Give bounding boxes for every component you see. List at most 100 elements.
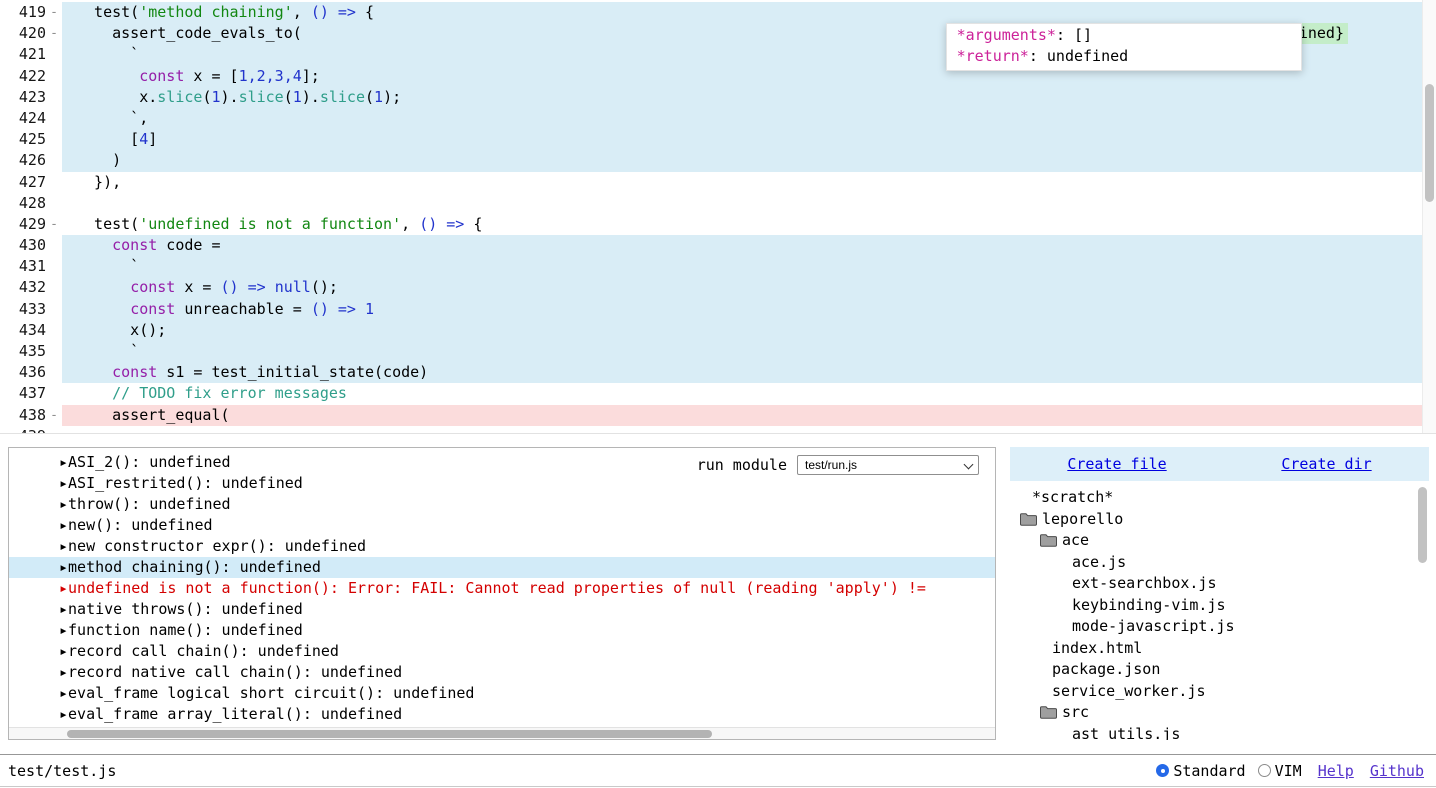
code-line[interactable]: 435 ` bbox=[0, 341, 1436, 362]
calltree-node[interactable]: ▸record native call chain(): undefined bbox=[9, 662, 995, 683]
code-line[interactable]: 429- test('undefined is not a function',… bbox=[0, 214, 1436, 235]
expand-icon[interactable]: ▸ bbox=[59, 536, 68, 557]
calltree-node[interactable]: ▸method chaining(): undefined bbox=[9, 557, 995, 578]
expand-icon[interactable]: ▸ bbox=[59, 641, 68, 662]
line-number[interactable]: 437 bbox=[0, 383, 46, 404]
code-editor[interactable]: 419- test('method chaining', () => {420-… bbox=[0, 0, 1436, 434]
code-text[interactable]: const code = bbox=[62, 235, 1436, 256]
line-number[interactable]: 438 bbox=[0, 405, 46, 426]
code-line[interactable]: 423 x.slice(1).slice(1).slice(1); bbox=[0, 87, 1436, 108]
create-file-link[interactable]: Create file bbox=[1067, 455, 1166, 473]
line-number[interactable]: 429 bbox=[0, 214, 46, 235]
code-text[interactable]: // TODO fix error messages bbox=[62, 383, 1436, 404]
line-number[interactable]: 435 bbox=[0, 341, 46, 362]
calltree-node[interactable]: ▸native throws(): undefined bbox=[9, 599, 995, 620]
keybinding-option-vim[interactable]: VIM bbox=[1258, 762, 1302, 780]
file-tree-item[interactable]: ext-searchbox.js bbox=[1010, 573, 1429, 595]
code-line[interactable]: 431 ` bbox=[0, 256, 1436, 277]
eval-result-row[interactable]: *return*: undefined bbox=[957, 46, 1291, 67]
code-text[interactable]: const unreachable = () => 1 bbox=[62, 299, 1436, 320]
file-tree-item[interactable]: ace.js bbox=[1010, 552, 1429, 574]
expand-icon[interactable]: ▸ bbox=[59, 494, 68, 515]
code-text[interactable]: assert_equal( bbox=[62, 405, 1436, 426]
code-line[interactable]: 434 x(); bbox=[0, 320, 1436, 341]
expand-icon[interactable]: ▸ bbox=[59, 599, 68, 620]
code-line[interactable]: 425 [4] bbox=[0, 129, 1436, 150]
code-text[interactable]: const s1 = test_initial_state(code) bbox=[62, 362, 1436, 383]
code-text[interactable]: x(); bbox=[62, 320, 1436, 341]
calltree-hscrollbar-track[interactable] bbox=[9, 727, 995, 739]
line-number[interactable]: 428 bbox=[0, 193, 46, 214]
line-number[interactable]: 420 bbox=[0, 23, 46, 44]
code-text[interactable]: x.slice(1).slice(1).slice(1); bbox=[62, 87, 1436, 108]
expand-icon[interactable]: ▸ bbox=[59, 662, 68, 683]
code-text[interactable] bbox=[62, 193, 1436, 214]
file-tree-item[interactable]: package.json bbox=[1010, 659, 1429, 681]
line-number[interactable]: 425 bbox=[0, 129, 46, 150]
create-dir-link[interactable]: Create dir bbox=[1281, 455, 1371, 473]
calltree-node[interactable]: ▸eval_frame array_literal(): undefined bbox=[9, 704, 995, 725]
expand-icon[interactable]: ▸ bbox=[59, 620, 68, 641]
calltree-node[interactable]: ▸record call chain(): undefined bbox=[9, 641, 995, 662]
line-number[interactable]: 433 bbox=[0, 299, 46, 320]
code-line[interactable]: 436 const s1 = test_initial_state(code) bbox=[0, 362, 1436, 383]
line-number[interactable]: 423 bbox=[0, 87, 46, 108]
file-tree-item[interactable]: *scratch* bbox=[1010, 487, 1429, 509]
code-line[interactable]: 427 }), bbox=[0, 172, 1436, 193]
code-line[interactable]: 437 // TODO fix error messages bbox=[0, 383, 1436, 404]
expand-icon[interactable]: ▸ bbox=[59, 557, 68, 578]
code-line[interactable]: 426 ) bbox=[0, 150, 1436, 171]
line-number[interactable]: 432 bbox=[0, 277, 46, 298]
fold-widget[interactable]: - bbox=[46, 23, 62, 44]
fold-widget[interactable]: - bbox=[46, 2, 62, 23]
code-text[interactable]: [4] bbox=[62, 129, 1436, 150]
calltree-node[interactable]: ▸throw(): undefined bbox=[9, 494, 995, 515]
line-number[interactable]: 421 bbox=[0, 44, 46, 65]
eval-result-row[interactable]: *arguments*: [] bbox=[957, 25, 1291, 46]
keybinding-option-standard[interactable]: Standard bbox=[1156, 762, 1245, 780]
line-number[interactable]: 439 bbox=[0, 426, 46, 434]
calltree-node[interactable]: ▸eval_frame logical short circuit(): und… bbox=[9, 683, 995, 704]
line-number[interactable]: 431 bbox=[0, 256, 46, 277]
code-text[interactable]: test('undefined is not a function', () =… bbox=[62, 214, 1436, 235]
line-number[interactable]: 419 bbox=[0, 2, 46, 23]
line-number[interactable]: 422 bbox=[0, 66, 46, 87]
code-text[interactable] bbox=[62, 426, 1436, 434]
code-text[interactable]: `, bbox=[62, 108, 1436, 129]
file-tree-item[interactable]: ace bbox=[1010, 530, 1429, 552]
scrollbar-thumb[interactable] bbox=[67, 730, 712, 738]
code-line[interactable]: 424 `, bbox=[0, 108, 1436, 129]
expand-icon[interactable]: ▸ bbox=[59, 515, 68, 536]
code-line[interactable]: 438- assert_equal( bbox=[0, 405, 1436, 426]
radio-unselected-icon[interactable] bbox=[1258, 764, 1271, 777]
expand-icon[interactable]: ▸ bbox=[59, 683, 68, 704]
code-text[interactable]: ` bbox=[62, 341, 1436, 362]
code-text[interactable]: ) bbox=[62, 150, 1436, 171]
editor-scrollbar-track[interactable] bbox=[1422, 0, 1436, 433]
code-line[interactable]: 430 const code = bbox=[0, 235, 1436, 256]
code-line[interactable]: 433 const unreachable = () => 1 bbox=[0, 299, 1436, 320]
file-tree-item[interactable]: src bbox=[1010, 702, 1429, 724]
code-text[interactable]: ` bbox=[62, 256, 1436, 277]
module-select[interactable]: test/run.js bbox=[797, 455, 979, 475]
code-line[interactable]: 432 const x = () => null(); bbox=[0, 277, 1436, 298]
expand-icon[interactable]: ▸ bbox=[59, 578, 68, 599]
fold-widget[interactable]: - bbox=[46, 214, 62, 235]
expand-icon[interactable]: ▸ bbox=[59, 704, 68, 725]
code-line[interactable]: 428 bbox=[0, 193, 1436, 214]
line-number[interactable]: 436 bbox=[0, 362, 46, 383]
code-text[interactable]: }), bbox=[62, 172, 1436, 193]
code-text[interactable]: const x = () => null(); bbox=[62, 277, 1436, 298]
calltree-node[interactable]: ▸new(): undefined bbox=[9, 515, 995, 536]
line-number[interactable]: 426 bbox=[0, 150, 46, 171]
file-tree-item[interactable]: keybinding-vim.js bbox=[1010, 595, 1429, 617]
scrollbar-thumb[interactable] bbox=[1425, 84, 1434, 202]
radio-selected-icon[interactable] bbox=[1156, 764, 1169, 777]
line-number[interactable]: 427 bbox=[0, 172, 46, 193]
line-number[interactable]: 430 bbox=[0, 235, 46, 256]
file-tree-item[interactable]: service_worker.js bbox=[1010, 681, 1429, 703]
expand-icon[interactable]: ▸ bbox=[59, 473, 68, 494]
calltree-node[interactable]: ▸ASI_restrited(): undefined bbox=[9, 473, 995, 494]
line-number[interactable]: 424 bbox=[0, 108, 46, 129]
fold-widget[interactable]: - bbox=[46, 405, 62, 426]
